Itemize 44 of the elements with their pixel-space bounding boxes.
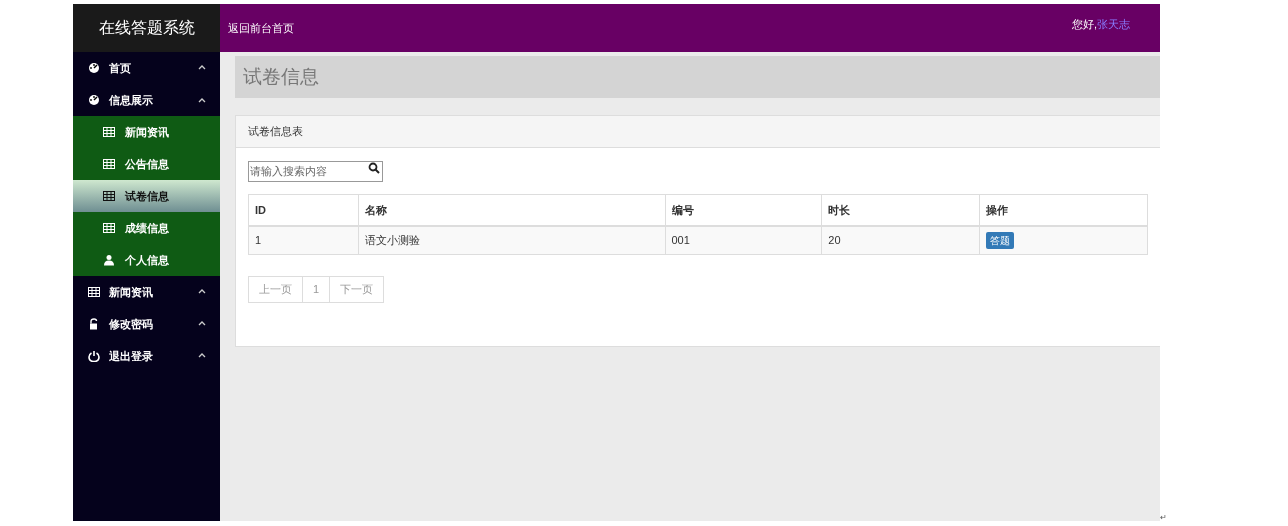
table-cell: 001 (665, 225, 822, 255)
chevron-up-icon (198, 97, 206, 103)
gauge-icon (88, 62, 100, 74)
column-header: 操作 (979, 194, 1148, 226)
chevron-up-icon (198, 321, 206, 327)
chevron-up-icon (198, 353, 206, 359)
page-title: 试卷信息 (243, 64, 319, 89)
answer-button[interactable]: 答题 (986, 231, 1015, 249)
submenu-item[interactable]: 个人信息 (73, 244, 220, 276)
chevron-up-icon (198, 65, 206, 71)
chevron-up-icon (198, 289, 206, 295)
menu-item[interactable]: 新闻资讯 (73, 276, 220, 308)
gauge-icon (88, 94, 100, 106)
submenu-item[interactable]: 成绩信息 (73, 212, 220, 244)
search-field[interactable]: 请输入搜索内容 (248, 160, 383, 182)
table-icon (103, 190, 115, 202)
column-header: 编号 (665, 194, 822, 226)
table-cell: 1 (248, 225, 359, 255)
power-icon (88, 350, 100, 362)
search-icon[interactable] (368, 162, 380, 174)
menu-item[interactable]: 修改密码 (73, 308, 220, 340)
greeting-text: 您好, (1071, 16, 1097, 32)
menu-item[interactable]: 退出登录 (73, 340, 220, 372)
table-cell: 20 (821, 225, 980, 255)
user-link[interactable]: 张天志 (1097, 15, 1130, 33)
table-icon (103, 126, 115, 138)
submenu-item[interactable]: 试卷信息 (73, 180, 220, 212)
lock-icon (88, 318, 100, 330)
column-header: ID (248, 194, 359, 226)
table-cell: 语文小测验 (358, 225, 665, 255)
column-header: 名称 (358, 194, 665, 226)
home-link[interactable]: 返回前台首页 (228, 19, 294, 37)
table-icon (103, 222, 115, 234)
table-icon (103, 158, 115, 170)
menu-item[interactable]: 信息展示 (73, 84, 220, 116)
submenu-item[interactable]: 新闻资讯 (73, 116, 220, 148)
panel-title: 试卷信息表 (248, 124, 303, 140)
column-header: 时长 (821, 194, 980, 226)
user-icon (103, 254, 115, 266)
submenu-item[interactable]: 公告信息 (73, 148, 220, 180)
paragraph-mark: ↵ (1160, 512, 1167, 524)
table-icon (88, 286, 100, 298)
app-title: 在线答题系统 (98, 18, 195, 38)
menu-item[interactable]: 首页 (73, 52, 220, 84)
